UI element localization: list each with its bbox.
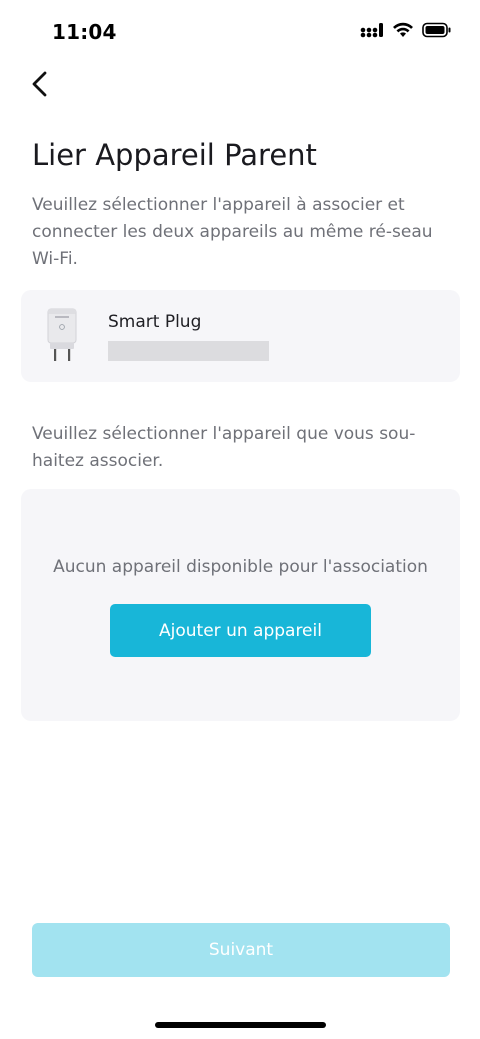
home-indicator	[155, 1022, 326, 1028]
page-title: Lier Appareil Parent	[32, 138, 317, 172]
select-device-description: Veuillez sélectionner l'appareil que vou…	[32, 424, 416, 471]
parent-device-card: Smart Plug	[21, 290, 460, 382]
back-button[interactable]	[22, 68, 58, 104]
cellular-signal-icon	[360, 22, 384, 42]
empty-state-message: Aucun appareil disponible pour l'associa…	[53, 557, 428, 577]
page-description: Veuillez sélectionner l'appareil à assoc…	[32, 195, 433, 269]
device-id-redacted	[108, 341, 269, 361]
add-device-button[interactable]: Ajouter un appareil	[110, 604, 371, 657]
wifi-icon	[392, 22, 414, 42]
status-bar: 11:04	[0, 0, 480, 64]
chevron-left-icon	[30, 70, 50, 102]
next-button[interactable]: Suivant	[32, 923, 450, 977]
available-devices-panel: Aucun appareil disponible pour l'associa…	[21, 489, 460, 721]
battery-icon	[422, 22, 452, 42]
smart-plug-image	[47, 308, 77, 362]
device-name: Smart Plug	[108, 312, 202, 332]
status-time: 11:04	[52, 20, 117, 44]
status-icons	[360, 22, 452, 42]
